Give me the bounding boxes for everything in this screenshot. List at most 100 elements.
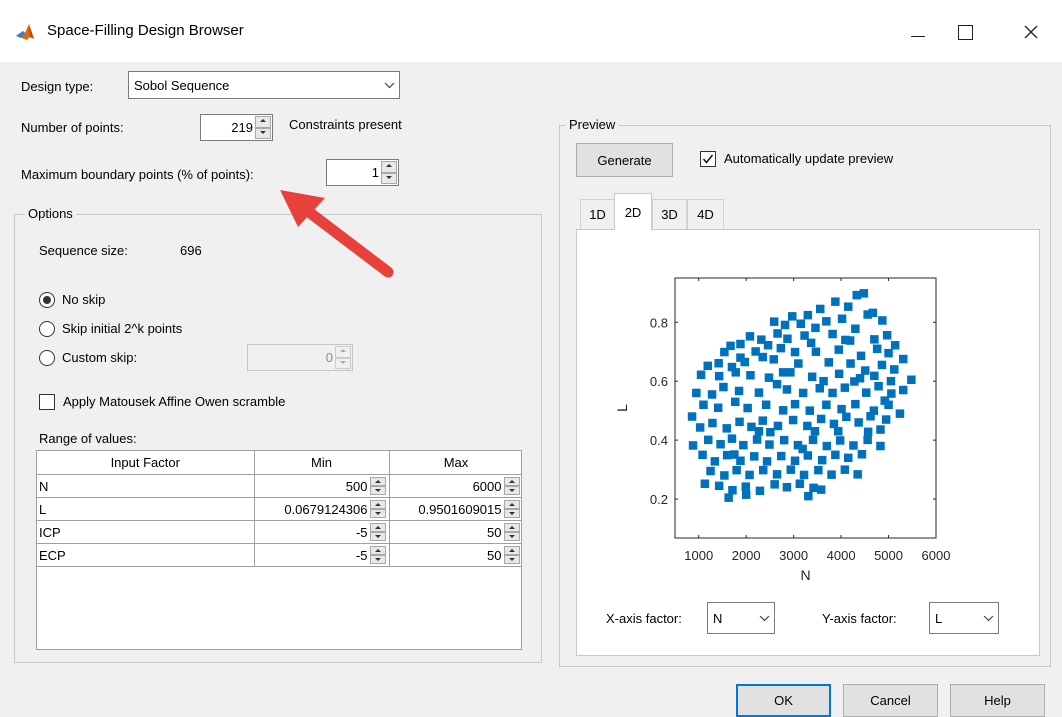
- scatter-point: [706, 466, 715, 476]
- spinner-arrows-icon[interactable]: [503, 477, 520, 495]
- y-axis-factor-select[interactable]: L: [929, 602, 999, 634]
- factor-cell[interactable]: ICP: [37, 520, 255, 544]
- minimize-button[interactable]: [895, 15, 941, 49]
- min-cell[interactable]: 0.0679124306: [254, 497, 390, 521]
- matlab-icon: [15, 22, 35, 42]
- num-points-spinner[interactable]: 219: [200, 114, 273, 141]
- scatter-point: [811, 347, 821, 356]
- generate-button[interactable]: Generate: [576, 143, 673, 177]
- scatter-point: [863, 310, 872, 319]
- x-axis-factor-value: N: [713, 610, 723, 626]
- scatter-point: [796, 319, 805, 328]
- custom-skip-spinner[interactable]: 0: [247, 344, 353, 371]
- max-cell[interactable]: 0.9501609015: [389, 497, 521, 521]
- max-cell[interactable]: 50: [389, 543, 521, 567]
- scatter-point: [710, 457, 720, 466]
- scatter-point: [772, 379, 782, 389]
- maximize-button[interactable]: [942, 15, 988, 49]
- scramble-checkbox[interactable]: [39, 394, 55, 410]
- radio-custom-skip-label: Custom skip:: [62, 350, 138, 365]
- y-axis-factor-value: L: [935, 610, 943, 626]
- scatter-point: [803, 310, 813, 320]
- tab-3d[interactable]: 3D: [652, 199, 687, 229]
- max-cell[interactable]: 6000: [389, 474, 521, 498]
- x-axis-factor-label: X-axis factor:: [606, 611, 682, 626]
- help-button[interactable]: Help: [950, 684, 1045, 717]
- scatter-point: [746, 371, 755, 380]
- radio-custom-skip[interactable]: [39, 350, 55, 366]
- max-value: 0.9501609015: [418, 501, 502, 517]
- scatter-point: [816, 414, 826, 424]
- min-cell[interactable]: -5: [254, 543, 390, 567]
- column-header[interactable]: Max: [389, 451, 521, 475]
- y-tick-label: 0.2: [650, 492, 668, 507]
- spinner-arrows-icon[interactable]: [503, 523, 520, 541]
- radio-no-skip[interactable]: [39, 292, 55, 308]
- y-axis-factor-label: Y-axis factor:: [822, 611, 897, 626]
- min-cell[interactable]: -5: [254, 520, 390, 544]
- min-value: -5: [355, 547, 368, 563]
- tab-2d[interactable]: 2D: [614, 193, 652, 230]
- window-title: Space-Filling Design Browser: [47, 22, 244, 39]
- scatter-point: [704, 435, 713, 445]
- spinner-arrows-icon[interactable]: [369, 500, 386, 518]
- scatter-point: [695, 423, 705, 432]
- scatter-point: [840, 465, 850, 474]
- scatter-point: [720, 471, 729, 480]
- close-icon: [1024, 25, 1038, 39]
- factor-cell[interactable]: N: [37, 474, 255, 498]
- scatter-point: [899, 385, 908, 395]
- scatter-point: [899, 354, 908, 364]
- scatter-point: [743, 403, 752, 413]
- scatter-point: [741, 490, 751, 499]
- factor-cell[interactable]: ECP: [37, 543, 255, 567]
- scatter-point: [882, 331, 892, 340]
- minimize-icon: [911, 35, 925, 37]
- constraints-status: Constraints present: [289, 117, 402, 132]
- scatter-point: [798, 444, 807, 454]
- column-header[interactable]: Min: [254, 451, 390, 475]
- spinner-arrows-icon[interactable]: [381, 161, 397, 184]
- scatter-point: [846, 359, 855, 368]
- spinner-arrows-icon[interactable]: [369, 523, 386, 541]
- scatter-point: [741, 482, 750, 491]
- min-value: 0.0679124306: [284, 501, 368, 517]
- scatter-point: [687, 412, 697, 421]
- cancel-button[interactable]: Cancel: [843, 684, 938, 717]
- spinner-arrows-icon[interactable]: [369, 477, 386, 495]
- scatter-point: [719, 382, 728, 392]
- spinner-arrows-icon[interactable]: [369, 546, 386, 564]
- scatter-point: [859, 289, 869, 298]
- scatter-point: [828, 329, 837, 339]
- column-header[interactable]: Input Factor: [37, 451, 255, 475]
- x-tick-label: 5000: [874, 548, 903, 563]
- scatter-point: [837, 314, 847, 323]
- scatter-point: [886, 376, 896, 386]
- scatter-point: [776, 343, 786, 353]
- auto-update-checkbox[interactable]: [700, 151, 716, 167]
- ok-button[interactable]: OK: [736, 684, 831, 717]
- spinner-arrows-icon[interactable]: [255, 116, 271, 139]
- tab-1d[interactable]: 1D: [580, 199, 615, 229]
- tab-4d[interactable]: 4D: [687, 199, 724, 229]
- min-cell[interactable]: 500: [254, 474, 390, 498]
- scatter-point: [854, 418, 863, 427]
- scatter-point: [877, 360, 887, 370]
- scatter-point: [778, 406, 788, 415]
- max-cell[interactable]: 50: [389, 520, 521, 544]
- scatter-point: [835, 436, 845, 445]
- spinner-arrows-icon[interactable]: [503, 500, 520, 518]
- radio-skip-initial[interactable]: [39, 321, 55, 337]
- scatter-point: [754, 388, 764, 397]
- scatter-point: [807, 372, 817, 381]
- factor-cell[interactable]: L: [37, 497, 255, 521]
- preview-legend: Preview: [566, 117, 619, 132]
- x-tick-label: 6000: [922, 548, 951, 563]
- design-type-select[interactable]: Sobol Sequence: [128, 71, 400, 99]
- max-value: 50: [487, 524, 502, 540]
- close-button[interactable]: [1008, 15, 1054, 49]
- spinner-arrows-icon[interactable]: [503, 546, 520, 564]
- annotation-arrow-icon: [280, 190, 394, 278]
- x-axis-factor-select[interactable]: N: [707, 602, 775, 634]
- max-value: 6000: [472, 478, 502, 494]
